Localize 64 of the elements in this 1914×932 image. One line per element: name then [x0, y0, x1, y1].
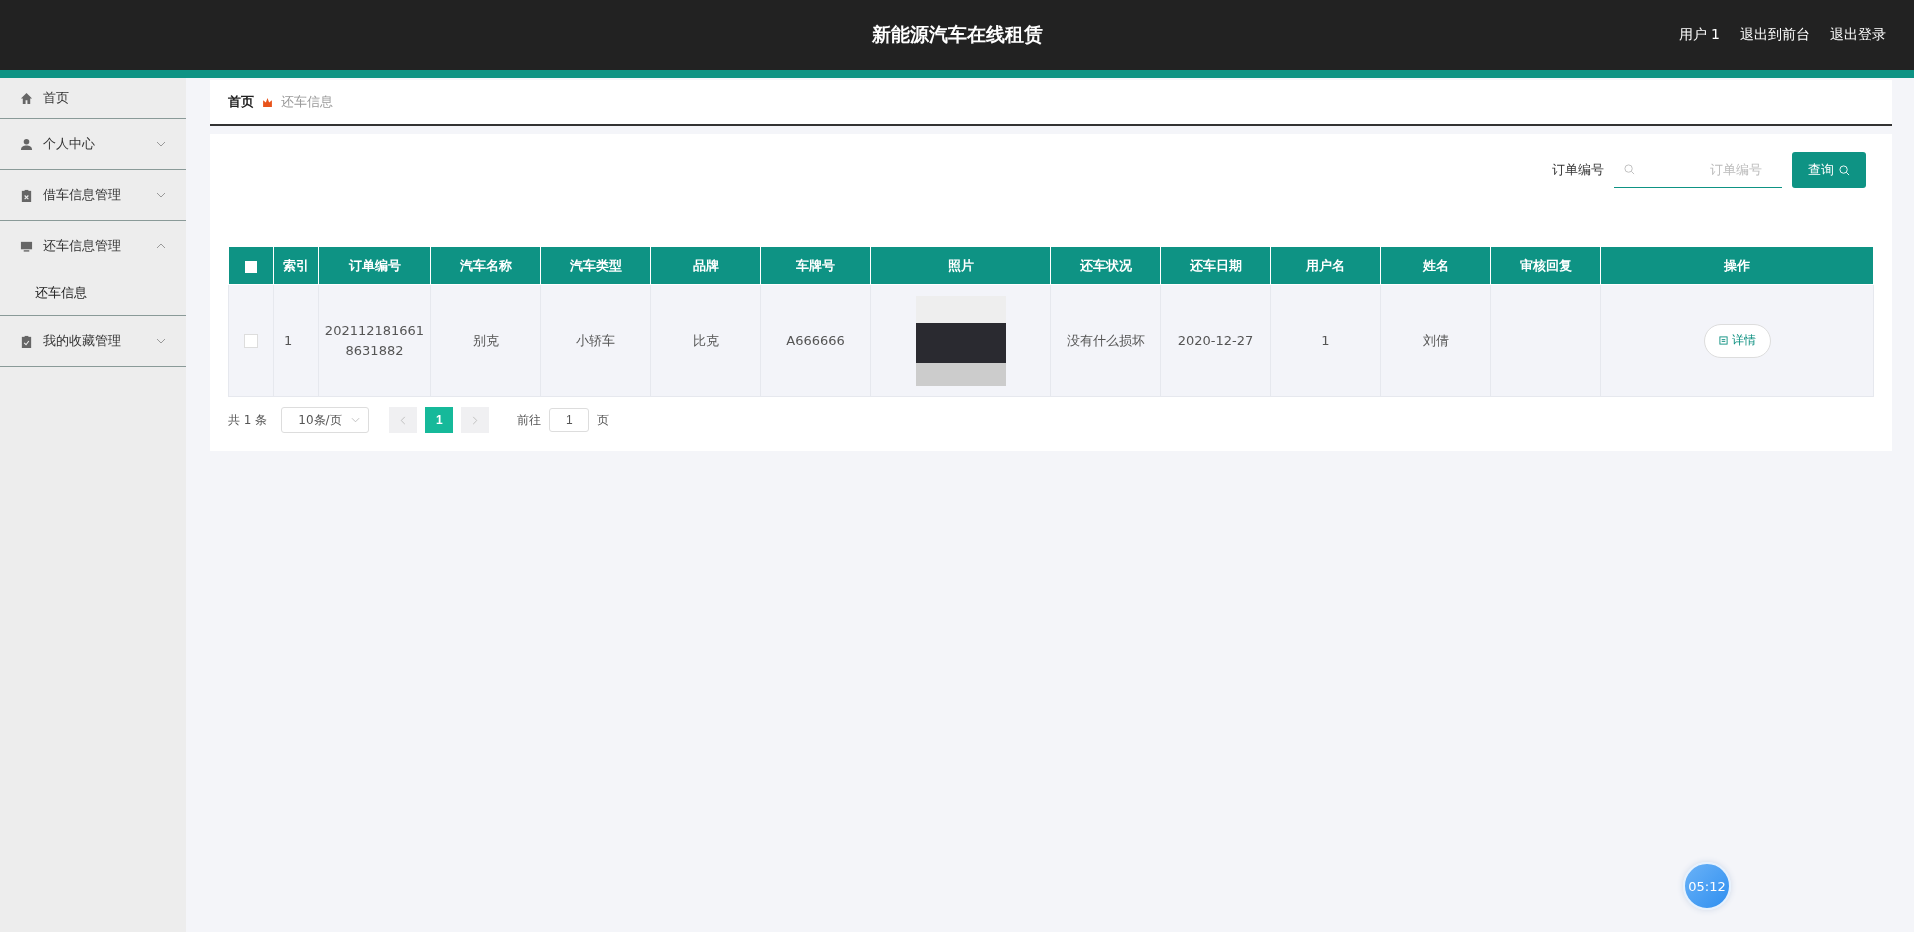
table-cell: 刘倩 [1380, 284, 1491, 397]
document-icon [1718, 336, 1728, 345]
breadcrumb-link[interactable]: 首页 [228, 93, 254, 111]
table-cell: 别克 [430, 284, 541, 397]
table-cell: 2021121816618631882 [318, 284, 431, 397]
table-header-cell: 品牌 [650, 246, 761, 285]
sidebar-label: 我的收藏管理 [43, 332, 122, 350]
table-header-cell: 订单编号 [318, 246, 431, 285]
sidebar-item[interactable]: 还车信息管理 [0, 221, 186, 271]
table-cell: 没有什么损坏 [1050, 284, 1161, 397]
next-page-button[interactable] [461, 407, 490, 433]
search-icon [1839, 164, 1850, 176]
search-icon [1624, 164, 1635, 175]
app-title: 新能源汽车在线租赁 [871, 22, 1043, 47]
table-cell: 比克 [650, 284, 761, 397]
sidebar-item[interactable]: 首页 [0, 78, 186, 118]
table-header-cell: 索引 [273, 246, 319, 285]
table-cell: 1 [273, 284, 319, 397]
clipboard-icon [20, 188, 33, 202]
sidebar-label: 首页 [43, 89, 70, 107]
table-header-cell: 车牌号 [760, 246, 871, 285]
sidebar-label: 还车信息管理 [43, 237, 122, 255]
header-link[interactable]: 退出到前台 [1740, 26, 1810, 44]
chevron-down-icon [351, 417, 361, 423]
page-size-select[interactable]: 10条/页 [281, 407, 370, 433]
detail-button[interactable]: 详情 [1703, 323, 1771, 358]
user-link[interactable]: 用户 1 [1678, 26, 1720, 44]
page-input[interactable]: 1 [549, 408, 590, 432]
table-cell: 2020-12-27 [1160, 284, 1271, 397]
crown-icon [262, 96, 273, 108]
chevron-right-icon [472, 415, 479, 425]
previous-page-button[interactable] [389, 407, 418, 433]
table-header-cell: 审核回复 [1490, 246, 1601, 285]
table-header-cell: 还车状况 [1050, 246, 1161, 285]
sidebar-item[interactable]: 我的收藏管理 [0, 316, 186, 366]
search-label: 订单编号 [1552, 161, 1604, 179]
sidebar-item[interactable]: 借车信息管理 [0, 170, 186, 220]
search-field[interactable]: 订单编号 [1614, 152, 1782, 188]
table-cell: 小轿车 [540, 284, 651, 397]
table-cell: 1 [1270, 284, 1381, 397]
table-header-cell: 汽车类型 [540, 246, 651, 285]
table-header-cell: 还车日期 [1160, 246, 1271, 285]
goto-label: 前往 [517, 411, 542, 429]
page-label: 页 [597, 411, 610, 429]
sidebar-label: 个人中心 [43, 135, 96, 153]
monitor-icon [20, 239, 33, 253]
row-checkbox[interactable] [244, 334, 258, 349]
user-icon [20, 137, 33, 151]
sidebar-subitem[interactable]: 还车信息 [0, 271, 186, 315]
sidebar-item[interactable]: 个人中心 [0, 119, 186, 169]
table-header-cell: 用户名 [1270, 246, 1381, 285]
table-cell: A666666 [760, 284, 871, 397]
search-button[interactable]: 查询 [1792, 152, 1866, 188]
table-header-cell: 汽车名称 [430, 246, 541, 285]
total-count: 共 1 条 [228, 411, 268, 429]
chevron-left-icon [400, 415, 407, 425]
header-link[interactable]: 退出登录 [1830, 26, 1886, 44]
table-header-cell: 操作 [1600, 246, 1874, 285]
table-header-cell: 姓名 [1380, 246, 1491, 285]
sidebar-label: 借车信息管理 [43, 186, 122, 204]
home-icon [20, 91, 33, 105]
select-all-checkbox[interactable] [245, 260, 257, 273]
table-header-cell: 照片 [870, 246, 1051, 285]
clipboard-icon [20, 334, 33, 348]
